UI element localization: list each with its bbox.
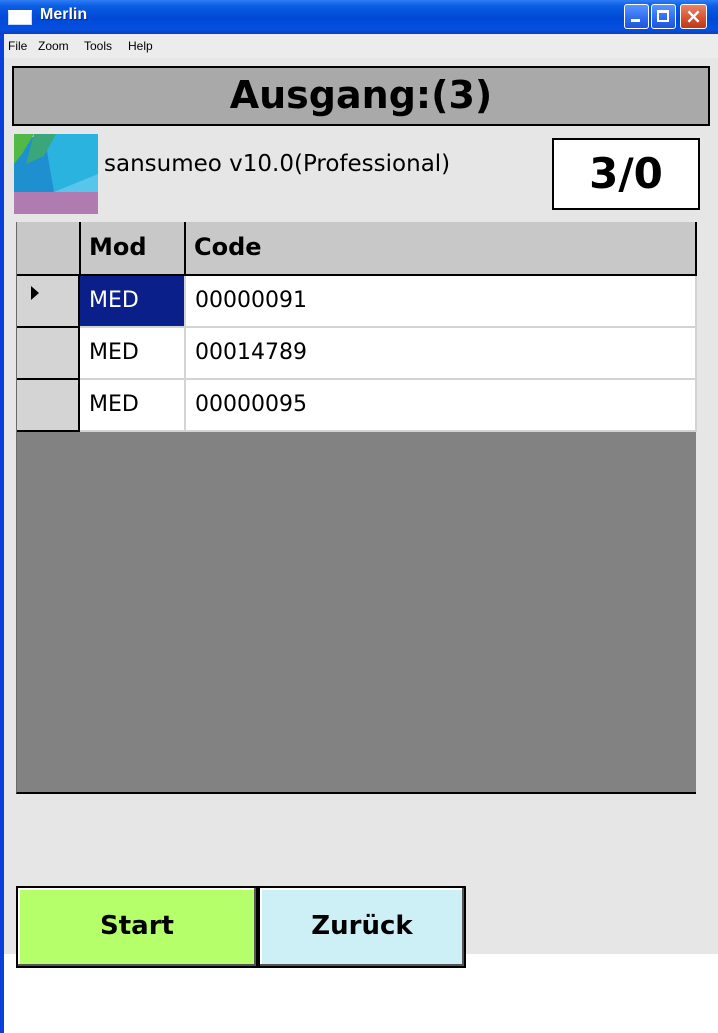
page-title: Ausgang:(3) — [12, 66, 710, 126]
table-row[interactable]: MED 00000095 — [17, 380, 697, 432]
content-area: Ausgang:(3) sansumeo v10.0(Professional)… — [4, 58, 718, 968]
version-label: sansumeo v10.0(Professional) — [104, 151, 451, 177]
title-bar[interactable]: Merlin × — [0, 0, 718, 34]
window-frame: Merlin × File Zoom Tools Help Ausgang:(3… — [0, 0, 718, 1033]
menu-bar: File Zoom Tools Help — [4, 34, 718, 58]
grid-header: Mod Code — [17, 222, 697, 276]
table-row[interactable]: MED 00014789 — [17, 328, 697, 380]
grid-header-corner — [17, 222, 81, 276]
menu-zoom[interactable]: Zoom — [38, 39, 69, 53]
menu-tools[interactable]: Tools — [84, 39, 112, 53]
maximize-button[interactable] — [651, 4, 676, 29]
cell-code[interactable]: 00000095 — [186, 380, 697, 432]
client-area: File Zoom Tools Help Ausgang:(3) sansume… — [4, 34, 718, 1033]
current-row-arrow-icon — [31, 286, 39, 300]
sansumeo-logo-icon — [14, 134, 98, 214]
window-app-icon — [8, 10, 32, 25]
column-header-code[interactable]: Code — [186, 222, 697, 276]
column-header-mod[interactable]: Mod — [81, 222, 186, 276]
menu-help[interactable]: Help — [128, 39, 153, 53]
window-title: Merlin — [40, 6, 88, 23]
cell-code[interactable]: 00014789 — [186, 328, 697, 380]
data-grid[interactable]: Mod Code MED 00000091 MED 00014789 MED 0… — [16, 222, 697, 794]
cell-mod[interactable]: MED — [80, 276, 186, 328]
back-button[interactable]: Zurück — [258, 886, 466, 968]
table-row[interactable]: MED 00000091 — [17, 276, 697, 328]
close-button[interactable]: × — [680, 4, 707, 29]
close-icon: × — [685, 4, 702, 28]
minimize-button[interactable] — [624, 4, 649, 29]
cell-mod[interactable]: MED — [80, 328, 186, 380]
row-header[interactable] — [17, 328, 80, 380]
start-button[interactable]: Start — [16, 886, 258, 968]
counter-display: 3/0 — [552, 138, 700, 210]
cell-mod[interactable]: MED — [80, 380, 186, 432]
row-header[interactable] — [17, 276, 80, 328]
cell-code[interactable]: 00000091 — [186, 276, 697, 328]
menu-file[interactable]: File — [8, 39, 27, 53]
row-header[interactable] — [17, 380, 80, 432]
